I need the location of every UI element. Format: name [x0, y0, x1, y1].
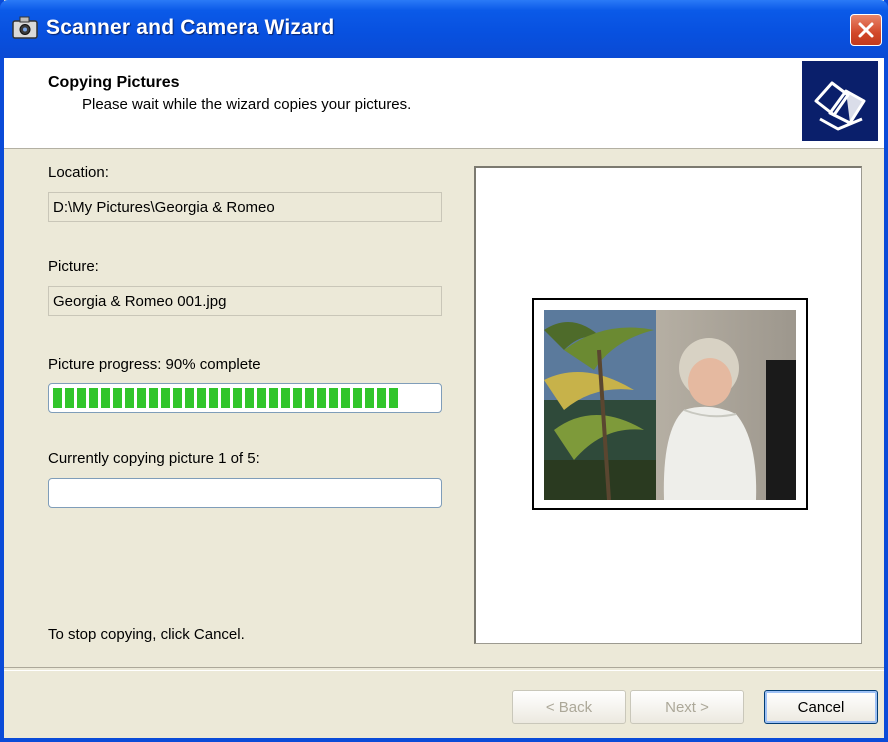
preview-frame — [532, 298, 808, 510]
next-button[interactable]: Next > — [630, 690, 744, 724]
picture-label: Picture: — [48, 258, 99, 275]
footer-divider — [4, 667, 884, 671]
title-bar[interactable]: Scanner and Camera Wizard — [0, 0, 888, 58]
page-title: Copying Pictures — [48, 74, 180, 91]
wizard-window: Scanner and Camera Wizard Copying Pictur… — [0, 0, 888, 742]
picture-field: Georgia & Romeo 001.jpg — [48, 286, 442, 316]
picture-progress-bar — [48, 383, 442, 413]
picture-preview-panel — [474, 166, 862, 644]
window-title: Scanner and Camera Wizard — [46, 16, 335, 39]
close-button[interactable] — [850, 14, 882, 46]
location-label: Location: — [48, 164, 109, 181]
page-subtitle: Please wait while the wizard copies your… — [82, 96, 412, 113]
overall-progress-label: Currently copying picture 1 of 5: — [48, 450, 260, 467]
picture-progress-label: Picture progress: 90% complete — [48, 356, 261, 373]
preview-photo — [544, 310, 796, 500]
location-field: D:\My Pictures\Georgia & Romeo — [48, 192, 442, 222]
overall-progress-bar — [48, 478, 442, 508]
camera-icon — [12, 16, 38, 39]
stop-instructions: To stop copying, click Cancel. — [48, 626, 245, 643]
photo-copy-icon — [814, 81, 866, 131]
close-icon — [858, 22, 874, 38]
wizard-header-icon — [802, 61, 878, 141]
cancel-button[interactable]: Cancel — [764, 690, 878, 724]
picture-progress-fill — [53, 388, 399, 408]
wizard-header: Copying Pictures Please wait while the w… — [4, 58, 884, 149]
back-button[interactable]: < Back — [512, 690, 626, 724]
